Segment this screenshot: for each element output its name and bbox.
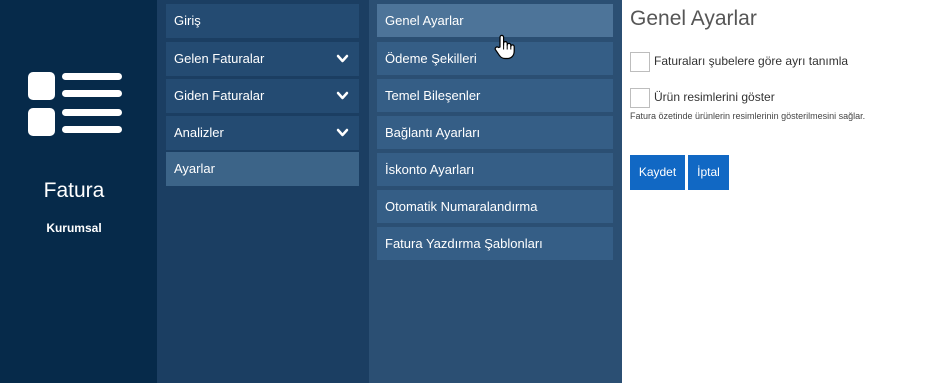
settings-item-label: Fatura Yazdırma Şablonları (385, 236, 543, 251)
brand-title: Fatura (43, 179, 105, 202)
cancel-button[interactable]: İptal (688, 155, 729, 190)
settings-content: Genel Ayarlar Faturaları şubelere göre a… (622, 0, 950, 383)
brand-panel: Fatura Kurumsal (0, 0, 157, 383)
settings-item-temel-bilesenler[interactable]: Temel Bileşenler (377, 79, 613, 112)
brand-subtitle: Kurumsal (46, 221, 102, 235)
settings-item-genel-ayarlar[interactable]: Genel Ayarlar (377, 4, 613, 37)
settings-item-iskonto-ayarlari[interactable]: İskonto Ayarları (377, 153, 613, 186)
branch-invoices-label: Faturaları şubelere göre ayrı tanımla (654, 54, 849, 68)
nav-item-label: Gelen Faturalar (174, 51, 265, 66)
product-images-checkbox[interactable] (630, 88, 650, 108)
nav-item-giden-faturalar[interactable]: Giden Faturalar (166, 79, 359, 113)
nav-item-label: Giriş (174, 13, 201, 28)
product-images-help-text: Fatura özetinde ürünlerin resimlerinin g… (630, 111, 866, 121)
chevron-down-icon (336, 128, 349, 137)
settings-item-fatura-yazdirma-sablonlari[interactable]: Fatura Yazdırma Şablonları (377, 227, 613, 260)
primary-nav: Giriş Gelen Faturalar Giden Faturalar An… (157, 0, 369, 383)
hand-cursor-icon (494, 34, 515, 60)
page-title: Genel Ayarlar (630, 7, 757, 30)
settings-item-label: Bağlantı Ayarları (385, 125, 481, 140)
settings-item-label: İskonto Ayarları (385, 162, 475, 177)
nav-item-label: Giden Faturalar (174, 88, 265, 103)
nav-item-gelen-faturalar[interactable]: Gelen Faturalar (166, 42, 359, 76)
settings-item-label: Otomatik Numaralandırma (385, 199, 538, 214)
branch-invoices-checkbox[interactable] (630, 52, 650, 72)
settings-item-otomatik-numaralandirma[interactable]: Otomatik Numaralandırma (377, 190, 613, 223)
nav-item-label: Ayarlar (174, 161, 215, 176)
nav-item-analizler[interactable]: Analizler (166, 116, 359, 150)
chevron-down-icon (336, 91, 349, 100)
settings-item-label: Ödeme Şekilleri (385, 51, 477, 66)
chevron-down-icon (336, 54, 349, 63)
save-button[interactable]: Kaydet (630, 155, 685, 190)
product-images-label: Ürün resimlerini göster (654, 90, 775, 104)
nav-item-giris[interactable]: Giriş (166, 4, 359, 38)
settings-item-baglanti-ayarlari[interactable]: Bağlantı Ayarları (377, 116, 613, 149)
nav-item-ayarlar[interactable]: Ayarlar (166, 152, 359, 186)
settings-item-label: Temel Bileşenler (385, 88, 481, 103)
list-icon (28, 72, 122, 136)
settings-item-label: Genel Ayarlar (385, 13, 464, 28)
nav-item-label: Analizler (174, 125, 224, 140)
